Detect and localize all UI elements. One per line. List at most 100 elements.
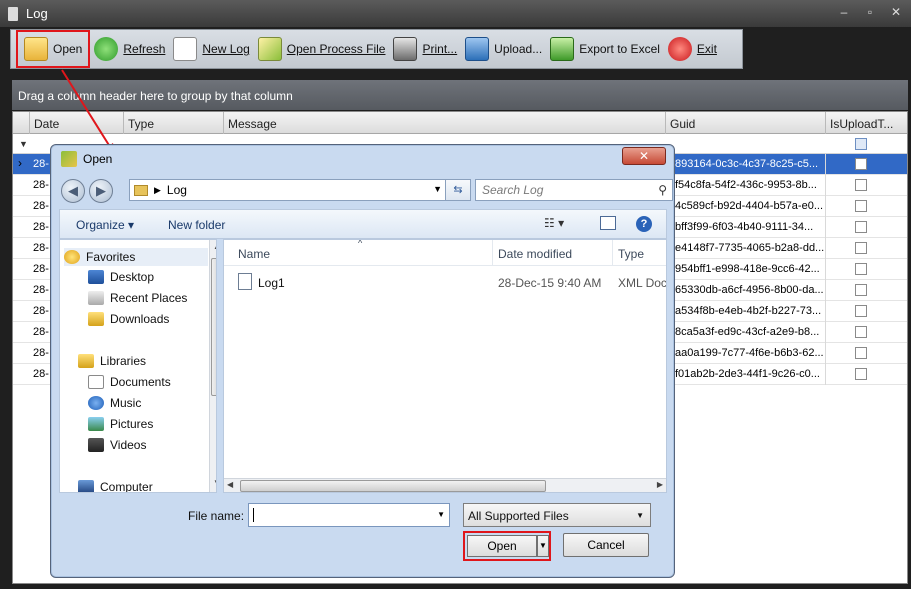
- printer-icon: [393, 37, 418, 61]
- column-date-modified[interactable]: Date modified: [498, 247, 572, 261]
- column-type[interactable]: Type: [618, 247, 644, 261]
- refresh-button[interactable]: Refresh: [90, 30, 169, 68]
- file-type-select[interactable]: All Supported Files ▼: [463, 503, 651, 527]
- libraries-icon: [78, 354, 94, 368]
- recent-places-icon: [88, 291, 104, 305]
- nav-computer[interactable]: Computer: [78, 480, 153, 492]
- navigation-bar: ◀ ▶ ▶ Log ▼ ⇆ Search Log ⚲: [59, 177, 673, 203]
- dialog-cancel-button[interactable]: Cancel: [563, 533, 649, 557]
- address-path[interactable]: Log: [167, 183, 187, 197]
- group-by-panel[interactable]: Drag a column header here to group by th…: [12, 80, 908, 110]
- dialog-titlebar: Open: [51, 145, 674, 173]
- export-to-excel-button[interactable]: Export to Excel: [546, 30, 664, 68]
- cell-isupload-checkbox[interactable]: [855, 263, 867, 275]
- nav-pictures[interactable]: Pictures: [88, 417, 153, 431]
- nav-scrollbar[interactable]: ▲ ▼: [209, 240, 216, 492]
- star-icon: [64, 250, 80, 264]
- forward-button[interactable]: ▶: [89, 179, 113, 203]
- scroll-up-icon[interactable]: ▲: [213, 242, 216, 251]
- dialog-close-button[interactable]: ✕: [622, 147, 666, 165]
- search-input[interactable]: Search Log ⚲: [475, 179, 673, 201]
- address-bar[interactable]: ▶ Log ▼: [129, 179, 447, 201]
- filter-checkbox[interactable]: [855, 138, 867, 150]
- hscroll-thumb[interactable]: [240, 480, 546, 492]
- row-indicator-icon: ›: [18, 156, 22, 170]
- breadcrumb-separator-icon[interactable]: ▶: [154, 185, 161, 196]
- cell-isupload-checkbox[interactable]: [855, 158, 867, 170]
- main-toolbar: Open Refresh New Log Open Process File P…: [10, 29, 743, 69]
- file-name-label: File name:: [188, 509, 245, 523]
- cell-isupload-checkbox[interactable]: [855, 242, 867, 254]
- chevron-down-icon[interactable]: ▼: [433, 184, 442, 194]
- cell-isupload-checkbox[interactable]: [855, 368, 867, 380]
- nav-videos[interactable]: Videos: [88, 438, 146, 452]
- cell-date: 28-: [33, 221, 49, 233]
- help-icon[interactable]: ?: [636, 216, 652, 232]
- file-list-pane: Name ^ Date modified Type Log1 28-Dec-15…: [223, 239, 667, 493]
- nav-downloads[interactable]: Downloads: [88, 312, 169, 326]
- videos-icon: [88, 438, 104, 452]
- cell-isupload-checkbox[interactable]: [855, 179, 867, 191]
- open-button[interactable]: Open: [16, 30, 91, 68]
- scroll-right-icon[interactable]: ▶: [657, 480, 663, 489]
- chevron-down-icon[interactable]: ▼: [437, 510, 445, 519]
- preview-pane-icon[interactable]: [600, 216, 616, 230]
- column-guid[interactable]: Guid: [665, 112, 825, 134]
- cell-guid: f01ab2b-2de3-44f1-9c26-c0...: [675, 368, 820, 380]
- text-caret: [253, 508, 254, 522]
- cell-isupload-checkbox[interactable]: [855, 347, 867, 359]
- new-log-button[interactable]: New Log: [169, 30, 253, 68]
- cell-date: 28-: [33, 347, 49, 359]
- cell-guid: a534f8b-e4eb-4b2f-b227-73...: [675, 305, 822, 317]
- filter-icon[interactable]: ▼: [19, 139, 28, 149]
- close-window-button[interactable]: ✕: [887, 5, 905, 19]
- file-name-input[interactable]: ▼: [248, 503, 450, 527]
- dialog-open-button[interactable]: Open ▼: [463, 531, 551, 561]
- print-button[interactable]: Print...: [389, 30, 461, 68]
- exit-icon: [667, 37, 692, 61]
- column-type[interactable]: Type: [123, 112, 223, 134]
- open-process-file-button[interactable]: Open Process File: [254, 30, 390, 68]
- column-isupload[interactable]: IsUploadT...: [825, 112, 909, 134]
- dialog-refresh-button[interactable]: ⇆: [445, 179, 471, 201]
- cell-isupload-checkbox[interactable]: [855, 200, 867, 212]
- view-options-icon[interactable]: ☷ ▾: [544, 216, 564, 230]
- nav-favorites[interactable]: Favorites: [64, 248, 208, 266]
- upload-button[interactable]: Upload...: [461, 30, 546, 68]
- cell-date: 28-: [33, 263, 49, 275]
- organize-button[interactable]: Organize ▾: [76, 218, 134, 232]
- command-bar: Organize ▾ New folder ☷ ▾ ?: [59, 209, 667, 239]
- nav-desktop[interactable]: Desktop: [88, 270, 154, 284]
- new-folder-button[interactable]: New folder: [168, 218, 225, 232]
- cell-guid: bff3f99-6f03-4b40-9111-34...: [675, 221, 814, 233]
- scroll-thumb[interactable]: [211, 258, 216, 396]
- nav-libraries[interactable]: Libraries: [78, 354, 146, 368]
- column-date[interactable]: Date: [29, 112, 123, 134]
- exit-button[interactable]: Exit: [664, 30, 721, 68]
- app-titlebar: Log – ▫ ✕: [0, 0, 911, 27]
- nav-documents[interactable]: Documents: [88, 375, 171, 389]
- grid-header: Date Type Message Guid IsUploadT...: [13, 112, 907, 134]
- music-icon: [88, 396, 104, 410]
- document-icon: [8, 6, 18, 21]
- cell-isupload-checkbox[interactable]: [855, 326, 867, 338]
- open-split-dropdown-icon[interactable]: ▼: [537, 535, 549, 557]
- file-list-hscrollbar[interactable]: ◀ ▶: [224, 478, 666, 492]
- nav-recent-places[interactable]: Recent Places: [88, 291, 187, 305]
- minimize-button[interactable]: –: [835, 5, 853, 19]
- scroll-left-icon[interactable]: ◀: [227, 480, 233, 489]
- file-row-log1[interactable]: Log1 28-Dec-15 9:40 AM XML Document: [224, 272, 666, 294]
- nav-music[interactable]: Music: [88, 396, 141, 410]
- cell-date: 28-: [33, 179, 49, 191]
- column-name[interactable]: Name: [238, 247, 270, 261]
- column-message[interactable]: Message: [223, 112, 665, 134]
- cell-isupload-checkbox[interactable]: [855, 284, 867, 296]
- maximize-button[interactable]: ▫: [861, 5, 879, 19]
- scroll-down-icon[interactable]: ▼: [213, 478, 216, 487]
- computer-icon: [78, 480, 94, 492]
- cell-isupload-checkbox[interactable]: [855, 221, 867, 233]
- back-button[interactable]: ◀: [61, 179, 85, 203]
- chevron-down-icon[interactable]: ▼: [636, 511, 644, 520]
- cell-isupload-checkbox[interactable]: [855, 305, 867, 317]
- search-icon[interactable]: ⚲: [658, 183, 667, 197]
